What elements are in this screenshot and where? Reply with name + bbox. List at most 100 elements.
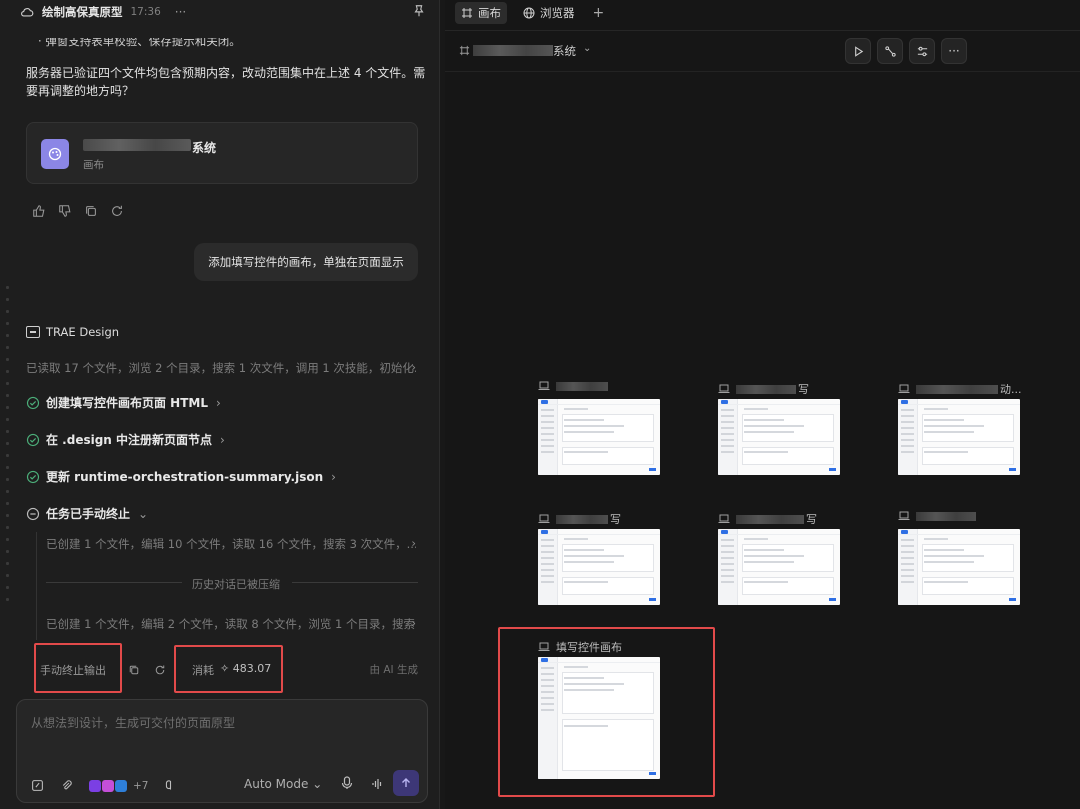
step-item[interactable]: 更新 runtime-orchestration-summary.json › xyxy=(26,468,336,485)
timeline-rail xyxy=(6,286,10,616)
settings-button[interactable] xyxy=(909,38,935,64)
redacted-name xyxy=(473,45,553,56)
project-name[interactable]: 系统 xyxy=(553,43,576,59)
more-models-count[interactable]: +7 xyxy=(133,780,148,792)
page-thumbnail xyxy=(718,529,840,605)
add-tab-button[interactable]: + xyxy=(593,5,605,21)
edit-icon[interactable] xyxy=(31,779,44,792)
sub-summary[interactable]: 已创建 1 个文件，编辑 2 个文件，读取 8 个文件，浏览 1 个目录，搜索.… xyxy=(46,616,416,632)
copy-icon[interactable] xyxy=(128,664,140,676)
assistant-message: 服务器已验证四个文件均包含预期内容，改动范围集中在上述 4 个文件。需要再调整的… xyxy=(26,66,426,98)
flow-icon xyxy=(884,45,896,57)
mic-icon[interactable] xyxy=(341,776,353,790)
laptop-icon xyxy=(538,514,550,523)
user-message: 添加填写控件的画布，单独在页面显示 xyxy=(194,243,418,281)
arrow-up-icon xyxy=(402,778,410,787)
ai-generated-label: 由 AI 生成 xyxy=(369,664,418,676)
page-thumbnail xyxy=(538,399,660,475)
chevron-right-icon: › xyxy=(216,395,221,410)
file-card[interactable]: 系统 画布 xyxy=(26,122,418,184)
laptop-icon xyxy=(538,381,550,390)
step-item[interactable]: 在 .design 中注册新页面节点 › xyxy=(26,431,225,448)
flow-button[interactable] xyxy=(877,38,903,64)
minus-circle-icon xyxy=(26,507,40,520)
input-toolbar: +7 xyxy=(31,779,177,792)
globe-icon xyxy=(523,7,535,19)
chevron-right-icon: › xyxy=(411,536,416,550)
canvas-page-node[interactable] xyxy=(898,511,1028,611)
copy-icon[interactable] xyxy=(84,204,98,218)
check-circle-icon xyxy=(26,470,40,483)
mode-select[interactable]: Auto Mode ⌄ xyxy=(244,777,322,791)
laptop-icon xyxy=(898,384,910,393)
highlight-box xyxy=(174,645,283,693)
chevron-right-icon: › xyxy=(220,432,225,447)
frame-icon xyxy=(462,8,472,18)
play-icon xyxy=(854,45,863,57)
attach-icon[interactable] xyxy=(60,779,73,792)
tab-browser[interactable]: 浏览器 xyxy=(517,2,581,24)
send-button[interactable] xyxy=(393,770,419,796)
chat-header: 绘制高保真原型 17:36 ··· xyxy=(0,0,440,24)
redacted-name xyxy=(736,384,796,394)
laptop-icon xyxy=(898,511,910,520)
model-icon-3 xyxy=(115,779,127,792)
laptop-icon xyxy=(718,384,730,393)
redacted-name xyxy=(736,514,804,524)
canvas-page-node[interactable]: 动... xyxy=(898,381,1028,481)
trae-logo-icon xyxy=(26,326,40,338)
canvas-page-node[interactable]: 写 xyxy=(718,381,848,481)
redacted-name xyxy=(556,381,608,391)
node-label xyxy=(898,511,978,521)
step-item[interactable]: 创建填写控件画布页面 HTML › xyxy=(26,394,221,411)
node-label xyxy=(538,381,610,391)
model-icon-2 xyxy=(102,779,114,792)
chevron-right-icon: › xyxy=(411,616,416,630)
canvas-page-node[interactable]: 写 xyxy=(538,511,668,611)
laptop-icon xyxy=(718,514,730,523)
tab-bar: 画布 浏览器 + xyxy=(445,0,1080,26)
file-card-type: 画布 xyxy=(83,159,104,171)
brain-icon[interactable] xyxy=(164,779,177,792)
model-icon-1 xyxy=(89,779,101,792)
page-thumbnail xyxy=(718,399,840,475)
compressed-divider: 历史对话已被压缩 xyxy=(46,576,418,591)
canvas-page-node[interactable] xyxy=(538,381,668,481)
agent-name: TRAE Design xyxy=(46,325,120,339)
chevron-down-icon: ⌄ xyxy=(138,506,149,521)
voice-wave-icon[interactable] xyxy=(371,778,383,790)
canvas-page-node[interactable]: 写 xyxy=(718,511,848,611)
chat-title: 绘制高保真原型 xyxy=(42,5,123,19)
more-icon[interactable]: ··· xyxy=(175,5,186,19)
redacted-name xyxy=(916,511,976,521)
palette-icon xyxy=(41,139,69,169)
tool-summary[interactable]: 已读取 17 个文件，浏览 2 个目录，搜索 1 次文件，调用 1 次技能，初始… xyxy=(26,360,416,376)
thumbs-down-icon[interactable] xyxy=(58,204,72,218)
sub-summary[interactable]: 已创建 1 个文件，编辑 10 个文件，读取 16 个文件，搜索 3 次文件，.… xyxy=(46,536,416,552)
chevron-right-icon: › xyxy=(411,360,416,374)
substep-rail xyxy=(36,532,37,640)
cloud-icon xyxy=(21,8,34,17)
file-card-name: 系统 xyxy=(192,141,217,155)
pin-icon[interactable] xyxy=(412,4,426,18)
chevron-right-icon: › xyxy=(331,469,336,484)
node-label: 写 xyxy=(718,511,817,527)
message-actions xyxy=(32,204,124,218)
more-button[interactable]: ··· xyxy=(941,38,967,64)
chat-time: 17:36 xyxy=(130,6,161,18)
refresh-icon[interactable] xyxy=(110,204,124,218)
thumbs-up-icon[interactable] xyxy=(32,204,46,218)
chevron-down-icon[interactable]: ⌄ xyxy=(583,43,591,54)
refresh-icon[interactable] xyxy=(154,664,166,676)
node-label: 写 xyxy=(538,511,621,527)
check-circle-icon xyxy=(26,433,40,446)
page-thumbnail xyxy=(898,529,1020,605)
step-item-stopped[interactable]: 任务已手动终止 ⌄ xyxy=(26,505,148,522)
model-chips[interactable] xyxy=(89,779,127,792)
play-button[interactable] xyxy=(845,38,871,64)
prompt-input[interactable]: 从想法到设计，生成可交付的页面原型 +7 Auto Mode ⌄ xyxy=(16,699,428,803)
canvas-toolbar: 系统 ⌄ ··· xyxy=(445,32,1080,72)
prompt-placeholder: 从想法到设计，生成可交付的页面原型 xyxy=(31,716,236,730)
highlight-box xyxy=(34,643,122,693)
tab-canvas[interactable]: 画布 xyxy=(455,2,507,24)
